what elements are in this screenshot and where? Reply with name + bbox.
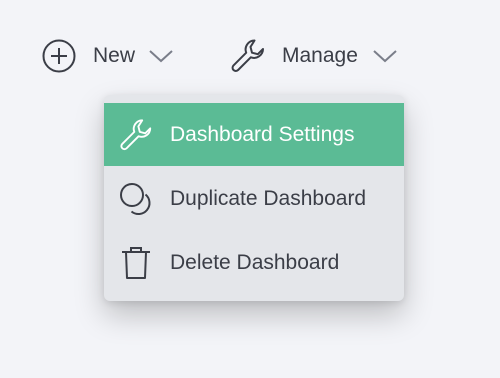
chevron-down-icon bbox=[372, 48, 398, 64]
menu-item-label: Duplicate Dashboard bbox=[170, 186, 367, 210]
menu-item-label: Delete Dashboard bbox=[170, 250, 340, 274]
wrench-icon bbox=[229, 37, 267, 75]
manage-button[interactable]: Manage bbox=[229, 36, 398, 76]
wrench-icon bbox=[118, 117, 154, 153]
menu-item-label: Dashboard Settings bbox=[170, 122, 355, 146]
new-label: New bbox=[93, 44, 136, 67]
manage-label: Manage bbox=[282, 44, 358, 67]
plus-circle-icon bbox=[42, 39, 76, 73]
new-button[interactable]: New bbox=[42, 36, 174, 76]
menu-item-duplicate-dashboard[interactable]: Duplicate Dashboard bbox=[104, 167, 404, 230]
duplicate-icon bbox=[118, 181, 154, 217]
chevron-down-icon bbox=[148, 48, 174, 64]
menu-item-delete-dashboard[interactable]: Delete Dashboard bbox=[104, 231, 404, 294]
manage-dropdown-menu: Dashboard Settings Duplicate Dashboard D… bbox=[104, 95, 404, 301]
menu-item-dashboard-settings[interactable]: Dashboard Settings bbox=[104, 103, 404, 166]
trash-icon bbox=[118, 245, 154, 281]
